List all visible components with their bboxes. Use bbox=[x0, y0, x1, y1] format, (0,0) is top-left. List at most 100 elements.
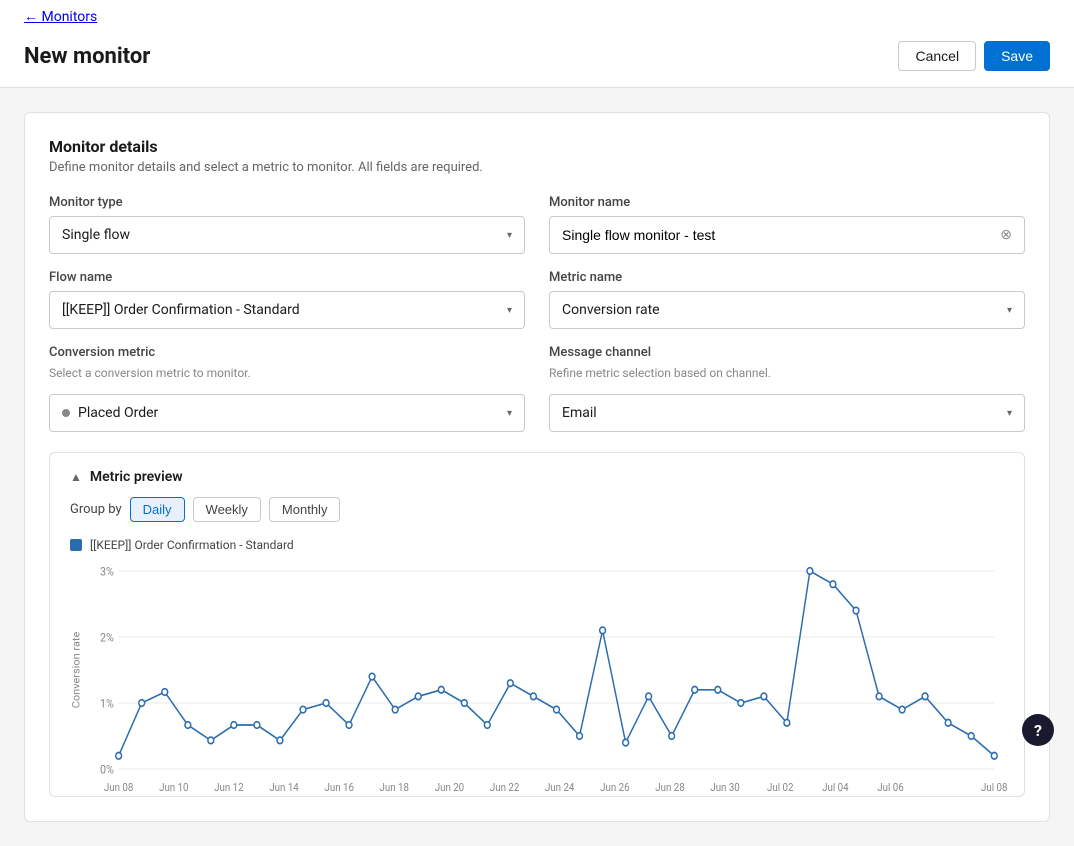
svg-text:3%: 3% bbox=[100, 564, 114, 579]
data-point bbox=[554, 706, 560, 713]
main-content: Monitor details Define monitor details a… bbox=[0, 88, 1074, 846]
data-point bbox=[876, 693, 882, 700]
form-grid: Monitor type Single flow ▾ Monitor name … bbox=[49, 195, 1025, 432]
section-title: Monitor details bbox=[49, 137, 1025, 156]
chevron-down-icon: ▾ bbox=[507, 408, 512, 419]
monitor-name-input[interactable] bbox=[562, 227, 1000, 243]
data-point bbox=[392, 706, 398, 713]
message-channel-label: Message channel bbox=[549, 345, 1025, 360]
data-point bbox=[692, 687, 698, 694]
svg-text:Jun 26: Jun 26 bbox=[600, 780, 630, 794]
chevron-down-icon: ▾ bbox=[507, 230, 512, 241]
svg-text:0%: 0% bbox=[100, 762, 114, 777]
group-weekly-button[interactable]: Weekly bbox=[193, 497, 261, 522]
back-arrow: ← bbox=[24, 9, 41, 25]
data-point bbox=[991, 753, 997, 760]
data-point bbox=[600, 627, 606, 634]
data-point bbox=[715, 687, 721, 694]
data-point bbox=[577, 733, 583, 740]
data-point bbox=[853, 607, 859, 614]
legend-label: [[KEEP]] Order Confirmation - Standard bbox=[90, 538, 294, 552]
svg-text:Jun 08: Jun 08 bbox=[104, 780, 134, 794]
data-point bbox=[784, 720, 790, 727]
svg-text:Jun 18: Jun 18 bbox=[380, 780, 410, 794]
monitor-type-group: Monitor type Single flow ▾ bbox=[49, 195, 525, 254]
svg-text:Jun 28: Jun 28 bbox=[655, 780, 685, 794]
svg-text:Jun 20: Jun 20 bbox=[435, 780, 465, 794]
chevron-down-icon: ▾ bbox=[1007, 408, 1012, 419]
data-point bbox=[945, 720, 951, 727]
monitor-name-group: Monitor name ⊗ bbox=[549, 195, 1025, 254]
monitor-type-value: Single flow bbox=[62, 227, 130, 243]
chart-legend: [[KEEP]] Order Confirmation - Standard bbox=[70, 538, 1004, 552]
clear-icon[interactable]: ⊗ bbox=[1000, 227, 1012, 243]
svg-text:Conversion rate: Conversion rate bbox=[70, 631, 82, 708]
collapse-icon[interactable]: ▲ bbox=[70, 470, 82, 484]
svg-text:Jun 22: Jun 22 bbox=[490, 780, 520, 794]
data-point bbox=[185, 722, 191, 729]
data-point bbox=[807, 568, 813, 575]
placed-order-dot bbox=[62, 409, 70, 417]
data-point bbox=[323, 700, 329, 707]
metric-preview-card: ▲ Metric preview Group by Daily Weekly M… bbox=[49, 452, 1025, 797]
data-point bbox=[530, 693, 536, 700]
chart-line bbox=[119, 571, 995, 756]
message-channel-value: Email bbox=[562, 405, 597, 421]
data-point bbox=[646, 693, 652, 700]
svg-text:2%: 2% bbox=[100, 630, 114, 645]
data-point bbox=[254, 722, 260, 729]
data-point bbox=[369, 673, 375, 680]
svg-text:1%: 1% bbox=[100, 696, 114, 711]
message-channel-select[interactable]: Email ▾ bbox=[549, 394, 1025, 432]
data-point bbox=[461, 700, 467, 707]
svg-text:Jul 04: Jul 04 bbox=[822, 780, 849, 794]
page-title: New monitor bbox=[24, 44, 150, 69]
monitor-name-label: Monitor name bbox=[549, 195, 1025, 210]
data-point bbox=[415, 693, 421, 700]
metric-name-group: Metric name Conversion rate ▾ bbox=[549, 270, 1025, 329]
data-point bbox=[300, 706, 306, 713]
svg-text:Jun 10: Jun 10 bbox=[159, 780, 189, 794]
data-point bbox=[346, 722, 352, 729]
svg-text:Jun 30: Jun 30 bbox=[710, 780, 740, 794]
conversion-metric-label: Conversion metric bbox=[49, 345, 525, 360]
chevron-down-icon: ▾ bbox=[507, 305, 512, 316]
group-by-controls: Group by Daily Weekly Monthly bbox=[70, 497, 1004, 522]
save-button[interactable]: Save bbox=[984, 41, 1050, 71]
legend-color-swatch bbox=[70, 539, 82, 551]
data-point bbox=[968, 733, 974, 740]
conversion-metric-value-wrapper: Placed Order bbox=[62, 405, 158, 421]
data-point bbox=[669, 733, 675, 740]
data-point bbox=[623, 739, 629, 746]
data-point bbox=[139, 700, 145, 707]
message-channel-help: Refine metric selection based on channel… bbox=[549, 366, 1025, 380]
back-label: Monitors bbox=[41, 9, 97, 25]
monitor-type-select[interactable]: Single flow ▾ bbox=[49, 216, 525, 254]
group-monthly-button[interactable]: Monthly bbox=[269, 497, 341, 522]
data-point bbox=[438, 687, 444, 694]
conversion-metric-select[interactable]: Placed Order ▾ bbox=[49, 394, 525, 432]
svg-text:Jul 02: Jul 02 bbox=[767, 780, 794, 794]
data-point bbox=[231, 722, 237, 729]
metric-name-label: Metric name bbox=[549, 270, 1025, 285]
data-point bbox=[507, 680, 513, 687]
data-point bbox=[761, 693, 767, 700]
svg-text:Jun 16: Jun 16 bbox=[324, 780, 354, 794]
svg-text:Jun 14: Jun 14 bbox=[269, 780, 299, 794]
flow-name-select[interactable]: [[KEEP]] Order Confirmation - Standard ▾ bbox=[49, 291, 525, 329]
back-link[interactable]: ← Monitors bbox=[24, 9, 97, 25]
line-chart: 3% 2% 1% 0% Conversion rate bbox=[70, 560, 1004, 780]
svg-text:Jul 06: Jul 06 bbox=[877, 780, 904, 794]
data-point bbox=[738, 700, 744, 707]
group-daily-button[interactable]: Daily bbox=[130, 497, 185, 522]
help-button[interactable]: ? bbox=[1022, 714, 1054, 746]
header-actions: Cancel Save bbox=[898, 41, 1050, 71]
group-by-label: Group by bbox=[70, 502, 122, 517]
metric-name-select[interactable]: Conversion rate ▾ bbox=[549, 291, 1025, 329]
section-subtitle: Define monitor details and select a metr… bbox=[49, 160, 1025, 175]
message-channel-group: Message channel Refine metric selection … bbox=[549, 345, 1025, 432]
monitor-details-card: Monitor details Define monitor details a… bbox=[24, 112, 1050, 822]
conversion-metric-help: Select a conversion metric to monitor. bbox=[49, 366, 525, 380]
cancel-button[interactable]: Cancel bbox=[898, 41, 976, 71]
conversion-metric-group: Conversion metric Select a conversion me… bbox=[49, 345, 525, 432]
